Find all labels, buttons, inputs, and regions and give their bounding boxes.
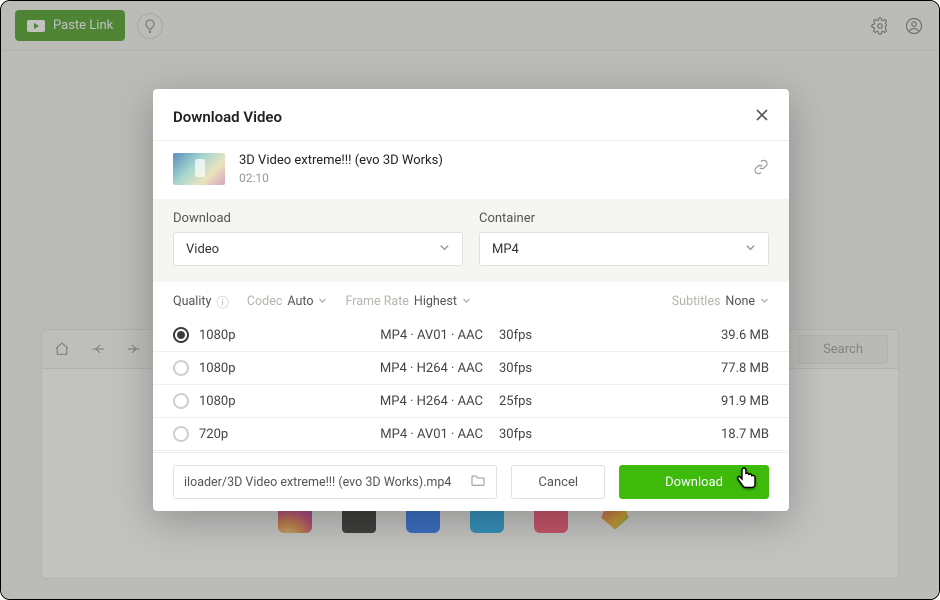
resolution: 1080p (199, 361, 349, 376)
chevron-down-icon (462, 294, 471, 309)
download-type-value: Video (186, 242, 219, 257)
fps: 30fps (499, 427, 589, 442)
download-type-label: Download (173, 211, 463, 226)
framerate-value: Highest (414, 294, 457, 309)
close-button[interactable] (755, 107, 769, 126)
quality-row[interactable]: 1080pMP4 · H264 · AAC30fps77.8 MB (153, 352, 789, 385)
link-icon (753, 159, 769, 175)
codec-label: Codec (247, 294, 283, 309)
resolution: 1080p (199, 328, 349, 343)
format-selectors: Download Video Container MP4 (153, 199, 789, 282)
quality-list: 1080pMP4 · AV01 · AAC30fps39.6 MB1080pMP… (153, 319, 789, 452)
quality-row[interactable]: 720pMP4 · AV01 · AAC30fps18.7 MB (153, 418, 789, 451)
modal-footer: iloader/3D Video extreme!!! (evo 3D Work… (153, 452, 789, 511)
video-duration: 02:10 (239, 171, 739, 185)
fps: 30fps (499, 361, 589, 376)
fps: 30fps (499, 328, 589, 343)
info-icon: ⓘ (216, 292, 229, 311)
resolution: 1080p (199, 394, 349, 409)
container-label: Container (479, 211, 769, 226)
encoding: MP4 · AV01 · AAC (349, 427, 499, 442)
subtitles-value: None (725, 294, 755, 309)
quality-label: Quality (173, 294, 211, 309)
radio-icon (173, 327, 189, 343)
file-size: 18.7 MB (589, 427, 769, 442)
subtitles-filter[interactable]: Subtitles None (672, 294, 769, 309)
codec-value: Auto (287, 294, 313, 309)
container-select[interactable]: MP4 (479, 232, 769, 266)
chevron-down-icon (760, 294, 769, 309)
quality-filter[interactable]: Quality ⓘ (173, 292, 229, 311)
chevron-down-icon (318, 294, 327, 309)
download-label: Download (665, 475, 723, 490)
chevron-down-icon (439, 242, 450, 257)
resolution: 720p (199, 427, 349, 442)
fps: 25fps (499, 394, 589, 409)
video-row: 3D Video extreme!!! (evo 3D Works) 02:10 (153, 141, 789, 199)
framerate-filter[interactable]: Frame Rate Highest (345, 294, 470, 309)
close-icon (755, 108, 769, 122)
folder-icon (470, 473, 486, 491)
quality-row[interactable]: 1080pMP4 · AV01 · AAC30fps39.6 MB (153, 319, 789, 352)
download-type-select[interactable]: Video (173, 232, 463, 266)
cancel-label: Cancel (538, 475, 578, 490)
video-thumbnail (173, 153, 225, 185)
video-title: 3D Video extreme!!! (evo 3D Works) (239, 153, 739, 168)
file-size: 39.6 MB (589, 328, 769, 343)
download-modal: Download Video 3D Video extreme!!! (evo … (153, 89, 789, 511)
copy-link-button[interactable] (753, 159, 769, 179)
filter-bar: Quality ⓘ Codec Auto Frame Rate Highest … (153, 282, 789, 319)
framerate-label: Frame Rate (345, 294, 408, 309)
quality-row[interactable]: 1080pMP4 · H264 · AAC25fps91.9 MB (153, 385, 789, 418)
modal-header: Download Video (153, 89, 789, 141)
download-button[interactable]: Download (619, 465, 769, 499)
radio-icon (173, 360, 189, 376)
cancel-button[interactable]: Cancel (511, 465, 605, 499)
subtitles-label: Subtitles (672, 294, 721, 309)
radio-icon (173, 426, 189, 442)
modal-title: Download Video (173, 108, 282, 126)
save-path-text: iloader/3D Video extreme!!! (evo 3D Work… (184, 475, 451, 490)
file-size: 77.8 MB (589, 361, 769, 376)
file-size: 91.9 MB (589, 394, 769, 409)
app-window: Paste Link Search Download Video (0, 0, 940, 600)
radio-icon (173, 393, 189, 409)
video-meta: 3D Video extreme!!! (evo 3D Works) 02:10 (239, 153, 739, 185)
container-value: MP4 (492, 242, 519, 257)
encoding: MP4 · H264 · AAC (349, 361, 499, 376)
save-path-field[interactable]: iloader/3D Video extreme!!! (evo 3D Work… (173, 465, 497, 499)
chevron-down-icon (745, 242, 756, 257)
encoding: MP4 · H264 · AAC (349, 394, 499, 409)
codec-filter[interactable]: Codec Auto (247, 294, 328, 309)
encoding: MP4 · AV01 · AAC (349, 328, 499, 343)
